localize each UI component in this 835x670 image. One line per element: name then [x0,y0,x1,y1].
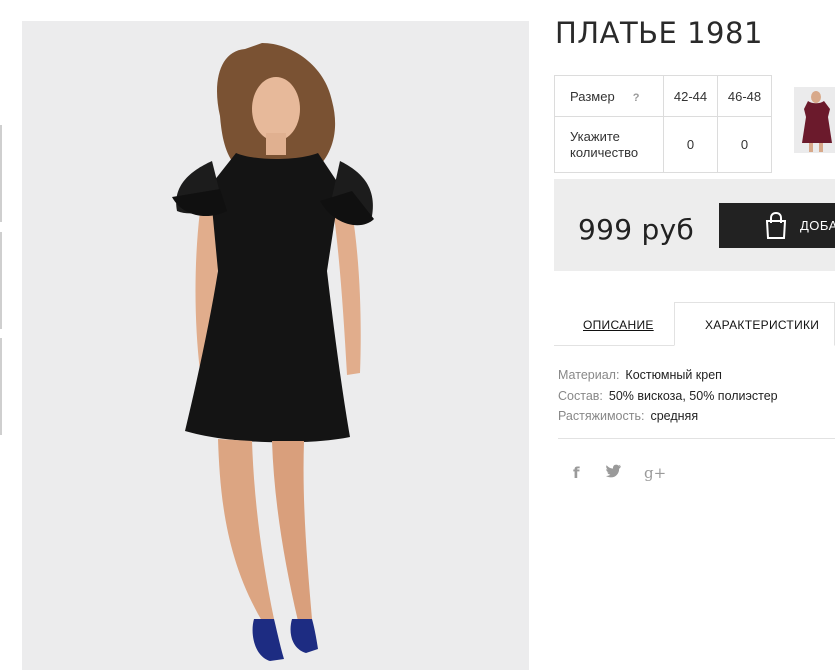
characteristics-list: Материал: Костюмный креп Состав: 50% виско… [558,365,778,427]
facebook-icon[interactable]: f [573,464,580,482]
purchase-panel: 999 руб ДОБАВИТЬ В КОРЗИНУ [554,179,835,271]
quantity-label-cell: Укажите количество [554,116,664,173]
spec-key: Растяжимость: [558,409,645,423]
size-label-cell: Размер? [554,75,664,117]
spec-row: Растяжимость: средняя [558,406,778,427]
shopping-bag-icon [765,211,787,239]
color-variant-thumbnail[interactable] [794,87,835,153]
twitter-icon[interactable] [606,464,622,482]
product-page: ПЛАТЬЕ 1981 Размер? 42-44 46-48 Укажите … [0,0,835,670]
size-quantity-table: Размер? 42-44 46-48 Укажите количество 0… [554,75,772,173]
tab-description[interactable]: ОПИСАНИЕ [583,318,654,332]
gallery-edge-mark [0,232,2,329]
google-plus-icon[interactable]: g+ [644,464,666,482]
gallery-edge-mark [0,338,2,435]
size-option: 42-44 [663,75,718,117]
thumbnail-illustration [802,91,832,152]
tab-characteristics[interactable]: ХАРАКТЕРИСТИКИ [705,318,819,332]
size-label: Размер [570,88,615,104]
product-main-image[interactable] [22,21,529,670]
spec-row: Материал: Костюмный креп [558,365,778,386]
spec-value: средняя [650,409,699,423]
twitter-bird-glyph [606,464,621,478]
add-to-cart-button[interactable]: ДОБАВИТЬ В КОРЗИНУ [719,203,835,248]
product-title: ПЛАТЬЕ 1981 [555,16,763,50]
quantity-input[interactable]: 0 [663,116,718,173]
quantity-label: Укажите количество [570,128,639,160]
spec-value: Костюмный креп [625,368,722,382]
size-option: 46-48 [717,75,772,117]
size-help-icon[interactable]: ? [633,92,640,104]
add-to-cart-label: ДОБАВИТЬ В КОРЗИНУ [800,218,835,233]
spec-row: Состав: 50% вискоза, 50% полиэстер [558,386,778,407]
gallery-edge-mark [0,125,2,222]
social-divider [558,438,835,439]
spec-key: Состав: [558,388,603,403]
product-price: 999 руб [578,213,695,246]
spec-value: 50% вискоза, 50% полиэстер [608,388,778,403]
spec-key: Материал: [558,368,620,382]
model-illustration [172,43,374,661]
quantity-input[interactable]: 0 [717,116,772,173]
